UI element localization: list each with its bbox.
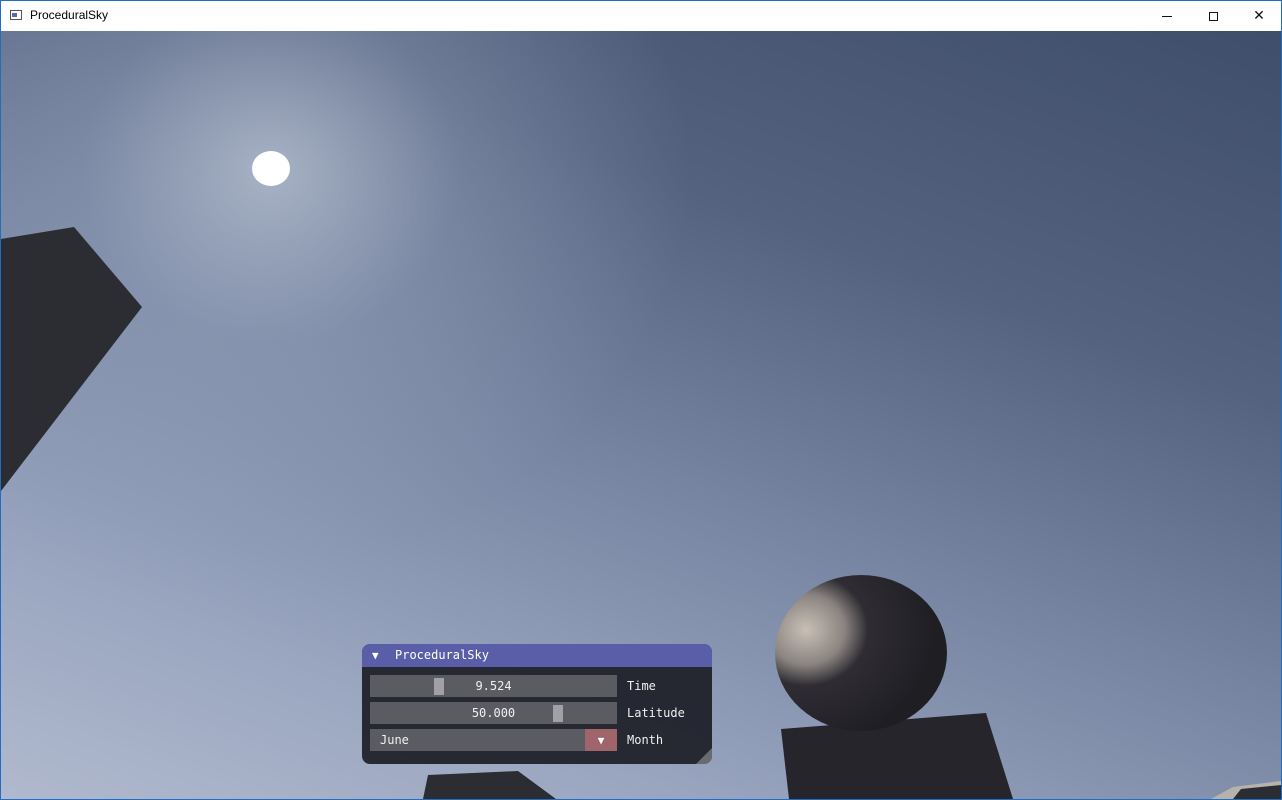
- latitude-slider[interactable]: 50.000: [370, 702, 617, 724]
- month-combo[interactable]: June ▼: [370, 729, 617, 751]
- panel-title: ProceduralSky: [395, 648, 489, 662]
- chevron-down-icon: ▼: [597, 733, 605, 747]
- close-button[interactable]: ✕: [1236, 1, 1281, 31]
- title-bar[interactable]: ProceduralSky ✕: [1, 1, 1281, 31]
- panel-header[interactable]: ▼ ProceduralSky: [362, 644, 712, 667]
- maximize-button[interactable]: [1190, 1, 1236, 31]
- cube-bottom-center: [423, 771, 556, 799]
- latitude-label: Latitude: [627, 706, 685, 720]
- resize-grip[interactable]: [696, 748, 712, 764]
- render-viewport[interactable]: ▼ ProceduralSky 9.524 Time 50.000 Latitu…: [1, 31, 1281, 799]
- month-dropdown-button[interactable]: ▼: [585, 729, 617, 751]
- window-title: ProceduralSky: [30, 8, 109, 22]
- sphere: [775, 575, 947, 731]
- proceduralsky-panel[interactable]: ▼ ProceduralSky 9.524 Time 50.000 Latitu…: [362, 644, 712, 764]
- month-selected-value: June: [380, 733, 409, 747]
- time-label: Time: [627, 679, 656, 693]
- month-label: Month: [627, 733, 664, 747]
- collapse-icon[interactable]: ▼: [372, 649, 379, 662]
- time-slider[interactable]: 9.524: [370, 675, 617, 697]
- minimize-button[interactable]: [1144, 1, 1190, 31]
- cube-left: [1, 227, 142, 491]
- latitude-value: 50.000: [471, 706, 516, 720]
- cube-right-pillar: [781, 713, 1013, 799]
- app-icon: [10, 10, 22, 20]
- maximize-icon: [1208, 11, 1218, 21]
- time-value: 9.524: [475, 679, 512, 693]
- minimize-icon: [1162, 15, 1172, 17]
- app-window: ProceduralSky ✕ ▼ ProceduralSky 9.524 Ti…: [0, 0, 1282, 800]
- close-icon: ✕: [1253, 8, 1265, 24]
